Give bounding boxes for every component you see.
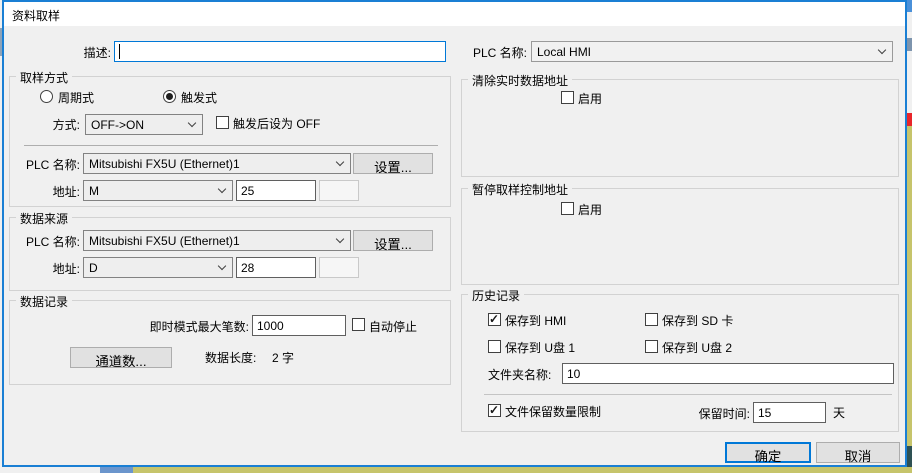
trigger-address-type-select[interactable]: M xyxy=(83,180,233,201)
data-length-label: 数据长度: xyxy=(205,351,256,365)
data-length-value: 2 字 xyxy=(272,351,294,365)
source-address-type-select[interactable]: D xyxy=(83,257,233,278)
folder-name-label: 文件夹名称: xyxy=(488,368,551,382)
periodic-radio-label: 周期式 xyxy=(58,91,94,105)
group-history-label: 历史记录 xyxy=(468,287,524,304)
retention-label: 保留时间: xyxy=(688,407,750,421)
trigger-address-extra-box xyxy=(319,180,359,201)
auto-stop-label: 自动停止 xyxy=(369,320,417,334)
group-sampling-mode-label: 取样方式 xyxy=(16,69,72,86)
save-usb1-label: 保存到 U盘 1 xyxy=(505,341,575,355)
description-input[interactable] xyxy=(114,41,446,62)
ok-button[interactable]: 确定 xyxy=(725,442,811,463)
source-plc-select[interactable]: Mitsubishi FX5U (Ethernet)1 xyxy=(83,230,351,251)
background-fragment-right-blue xyxy=(907,0,912,12)
pause-sampling-enable-label: 启用 xyxy=(578,203,602,217)
source-plc-value: Mitsubishi FX5U (Ethernet)1 xyxy=(89,234,240,248)
channels-button[interactable]: 通道数... xyxy=(70,347,172,368)
mode-label: 方式: xyxy=(32,118,80,132)
background-fragment-right-olive xyxy=(907,126,912,446)
save-sd-checkbox[interactable] xyxy=(645,313,658,326)
source-settings-button[interactable]: 设置... xyxy=(353,230,433,251)
description-label: 描述: xyxy=(41,46,111,60)
retention-unit-label: 天 xyxy=(833,406,845,420)
chevron-down-icon xyxy=(218,185,226,193)
background-fragment-right-red xyxy=(907,113,912,126)
titlebar[interactable]: 资料取样 xyxy=(4,2,905,26)
chevron-down-icon xyxy=(336,158,344,166)
text-caret xyxy=(119,44,120,59)
mode-select[interactable]: OFF->ON xyxy=(85,114,203,135)
max-records-input[interactable] xyxy=(252,315,346,336)
folder-name-input[interactable] xyxy=(562,363,894,384)
periodic-radio[interactable] xyxy=(40,90,53,103)
pause-sampling-enable-checkbox[interactable] xyxy=(561,202,574,215)
clear-realtime-enable-label: 启用 xyxy=(578,92,602,106)
group-data-record-label: 数据记录 xyxy=(16,293,72,310)
chevron-down-icon xyxy=(218,262,226,270)
background-fragment-bottom-olive xyxy=(133,467,912,473)
source-address-label: 地址: xyxy=(32,262,80,276)
triggered-radio[interactable] xyxy=(163,90,176,103)
plc-name-value: Local HMI xyxy=(537,45,591,59)
divider xyxy=(24,145,438,146)
auto-stop-checkbox[interactable] xyxy=(352,318,365,331)
file-limit-label: 文件保留数量限制 xyxy=(505,405,601,419)
clear-realtime-enable-checkbox[interactable] xyxy=(561,91,574,104)
max-records-label: 即时模式最大笔数: xyxy=(99,320,249,334)
group-data-record: 数据记录 xyxy=(9,300,451,385)
save-sd-label: 保存到 SD 卡 xyxy=(662,314,733,328)
source-address-extra-box xyxy=(319,257,359,278)
save-hmi-checkbox[interactable] xyxy=(488,313,501,326)
source-plc-label: PLC 名称: xyxy=(18,235,80,249)
trigger-plc-value: Mitsubishi FX5U (Ethernet)1 xyxy=(89,157,240,171)
chevron-down-icon xyxy=(336,235,344,243)
source-address-input[interactable] xyxy=(236,257,316,278)
file-limit-checkbox[interactable] xyxy=(488,404,501,417)
save-hmi-label: 保存到 HMI xyxy=(505,314,566,328)
trigger-address-label: 地址: xyxy=(32,185,80,199)
cancel-button[interactable]: 取消 xyxy=(816,442,900,463)
trigger-plc-label: PLC 名称: xyxy=(18,158,80,172)
data-sampling-dialog: 资料取样 描述: PLC 名称: Local HMI 取样方式 周期式 触发式 … xyxy=(2,0,907,467)
mode-value: OFF->ON xyxy=(91,118,144,132)
chevron-down-icon xyxy=(188,119,196,127)
source-address-type-value: D xyxy=(89,261,98,275)
group-clear-realtime-label: 清除实时数据地址 xyxy=(468,72,572,89)
group-pause-sampling: 暂停取样控制地址 xyxy=(461,188,899,285)
group-pause-sampling-label: 暂停取样控制地址 xyxy=(468,181,572,198)
save-usb2-checkbox[interactable] xyxy=(645,340,658,353)
trigger-settings-button[interactable]: 设置... xyxy=(353,153,433,174)
background-fragment-bottom-blue xyxy=(100,467,133,473)
plc-name-select[interactable]: Local HMI xyxy=(531,41,893,62)
chevron-down-icon xyxy=(878,46,886,54)
retention-input[interactable] xyxy=(753,402,826,423)
plc-name-label: PLC 名称: xyxy=(449,46,527,60)
dialog-title: 资料取样 xyxy=(12,7,60,24)
after-trigger-label: 触发后设为 OFF xyxy=(233,117,320,131)
save-usb1-checkbox[interactable] xyxy=(488,340,501,353)
group-data-source: 数据来源 xyxy=(9,217,451,291)
trigger-plc-select[interactable]: Mitsubishi FX5U (Ethernet)1 xyxy=(83,153,351,174)
trigger-address-input[interactable] xyxy=(236,180,316,201)
save-usb2-label: 保存到 U盘 2 xyxy=(662,341,732,355)
triggered-radio-label: 触发式 xyxy=(181,91,217,105)
trigger-address-type-value: M xyxy=(89,184,99,198)
background-fragment-right-slate xyxy=(907,38,912,51)
divider xyxy=(484,394,892,395)
group-clear-realtime: 清除实时数据地址 xyxy=(461,79,899,177)
after-trigger-checkbox[interactable] xyxy=(216,116,229,129)
group-data-source-label: 数据来源 xyxy=(16,210,72,227)
